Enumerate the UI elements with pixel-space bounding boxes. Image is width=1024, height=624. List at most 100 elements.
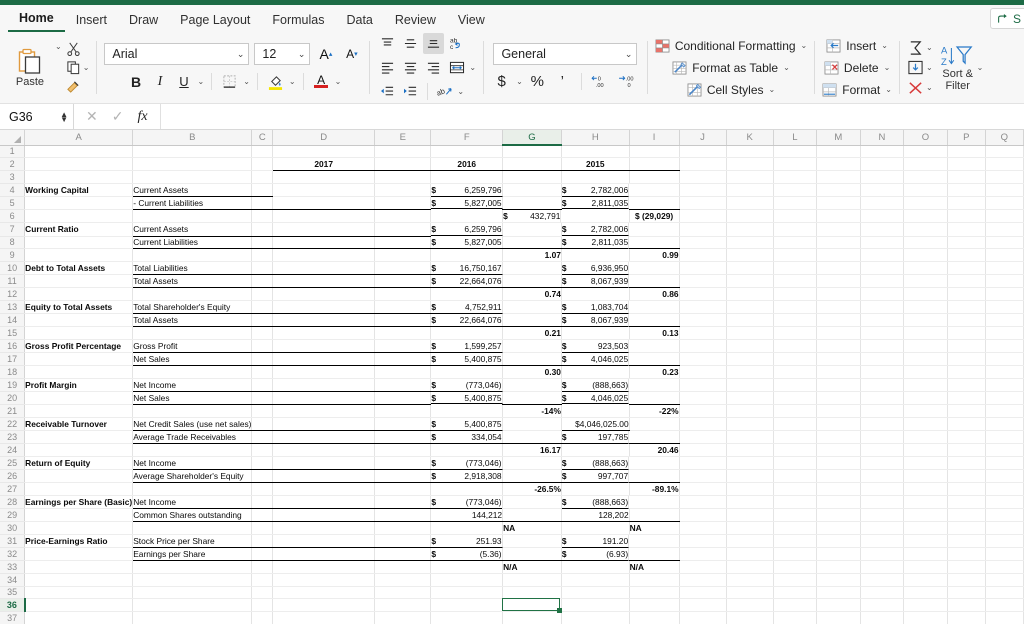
cell-P21[interactable] (947, 404, 986, 418)
cell-C7[interactable] (251, 222, 274, 237)
cell-P3[interactable] (947, 170, 986, 184)
column-header-h[interactable]: H (561, 130, 630, 146)
cell-J3[interactable] (679, 170, 727, 184)
cell-F1[interactable] (430, 145, 504, 159)
cell-E5[interactable] (374, 196, 432, 210)
cell-I19[interactable] (629, 378, 680, 393)
cell-O1[interactable] (903, 145, 948, 159)
cell-I21[interactable]: -22% (629, 404, 680, 418)
cell-O11[interactable] (903, 274, 948, 289)
cell-N5[interactable] (860, 196, 905, 210)
cell-G33[interactable]: N/A (502, 560, 562, 574)
cell-F34[interactable] (430, 573, 504, 587)
cell-P12[interactable] (947, 287, 986, 302)
cell-B11[interactable]: Total Assets (132, 274, 253, 289)
cell-O21[interactable] (903, 404, 948, 418)
format-cells-button[interactable]: Format ⌄ (822, 80, 892, 99)
cell-P15[interactable] (947, 326, 986, 340)
cell-G26[interactable] (502, 469, 562, 484)
cell-C22[interactable] (251, 417, 274, 432)
cell-L31[interactable] (773, 534, 818, 549)
cell-A15[interactable] (24, 326, 134, 340)
cell-Q30[interactable] (985, 521, 1024, 535)
cell-O30[interactable] (903, 521, 948, 535)
cell-L28[interactable] (773, 495, 818, 510)
cell-M1[interactable] (816, 145, 861, 159)
cell-K30[interactable] (726, 521, 774, 535)
cell-Q31[interactable] (985, 534, 1024, 549)
cell-Q28[interactable] (985, 495, 1024, 510)
cell-N29[interactable] (860, 508, 905, 523)
cell-M14[interactable] (816, 313, 861, 328)
cell-M22[interactable] (816, 417, 861, 432)
cell-P27[interactable] (947, 482, 986, 497)
cut-button[interactable] (66, 41, 90, 56)
cell-D31[interactable] (272, 534, 376, 549)
cell-O28[interactable] (903, 495, 948, 510)
cell-C31[interactable] (251, 534, 274, 549)
cell-P11[interactable] (947, 274, 986, 289)
cell-N32[interactable] (860, 547, 905, 561)
cell-O24[interactable] (903, 443, 948, 458)
cell-C9[interactable] (251, 248, 274, 263)
cell-J9[interactable] (679, 248, 727, 263)
cell-I18[interactable]: 0.23 (629, 365, 680, 379)
cell-G1[interactable] (502, 145, 562, 159)
cell-D2[interactable]: 2017 (272, 157, 376, 172)
cell-styles-button[interactable]: Cell Styles ⌄ (687, 80, 775, 99)
cell-O6[interactable] (903, 209, 948, 224)
cell-N18[interactable] (860, 365, 905, 379)
cell-G2[interactable] (502, 157, 562, 172)
cell-L35[interactable] (773, 586, 818, 600)
cell-M15[interactable] (816, 326, 861, 340)
fill-color-button[interactable] (265, 71, 286, 92)
row-header-8[interactable]: 8 (0, 236, 26, 250)
cell-C11[interactable] (251, 274, 274, 289)
cell-H16[interactable]: $923,503 (561, 339, 630, 353)
cell-G7[interactable] (502, 222, 562, 237)
cell-A6[interactable] (24, 209, 134, 224)
cell-J12[interactable] (679, 287, 727, 302)
cell-I11[interactable] (629, 274, 680, 289)
cell-L12[interactable] (773, 287, 818, 302)
cell-K31[interactable] (726, 534, 774, 549)
cell-P29[interactable] (947, 508, 986, 523)
cell-K23[interactable] (726, 430, 774, 445)
cell-C34[interactable] (251, 573, 274, 587)
cell-K7[interactable] (726, 222, 774, 237)
cell-K1[interactable] (726, 145, 774, 159)
cell-P24[interactable] (947, 443, 986, 458)
cell-J32[interactable] (679, 547, 727, 561)
cell-E1[interactable] (374, 145, 432, 159)
cell-A12[interactable] (24, 287, 134, 302)
cell-P9[interactable] (947, 248, 986, 263)
font-color-button[interactable]: A (311, 71, 332, 92)
row-header-3[interactable]: 3 (0, 170, 26, 184)
cell-I35[interactable] (629, 586, 680, 600)
cell-F5[interactable]: $5,827,005 (431, 196, 503, 210)
cell-E36[interactable] (374, 598, 432, 613)
cell-F30[interactable] (430, 521, 504, 535)
cell-B15[interactable] (132, 326, 253, 340)
cell-B1[interactable] (132, 145, 253, 159)
cell-L34[interactable] (773, 573, 818, 587)
cell-B13[interactable]: Total Shareholder's Equity (132, 300, 253, 315)
cell-F13[interactable]: $4,752,911 (431, 301, 503, 314)
chevron-down-icon[interactable]: ⌄ (469, 63, 476, 72)
cell-C3[interactable] (251, 170, 274, 184)
cell-H29[interactable]: 128,202 (561, 508, 630, 523)
cell-I16[interactable] (629, 339, 680, 354)
cell-D26[interactable] (272, 469, 376, 484)
cell-L9[interactable] (773, 248, 818, 263)
cell-N20[interactable] (860, 391, 905, 405)
cell-F29[interactable]: 144,212 (430, 508, 504, 523)
cell-J5[interactable] (679, 196, 727, 210)
cell-I1[interactable] (629, 145, 680, 159)
cell-G11[interactable] (502, 274, 562, 289)
cell-M20[interactable] (816, 391, 861, 405)
cell-Q2[interactable] (985, 157, 1024, 172)
cell-E2[interactable] (374, 157, 432, 172)
cell-L25[interactable] (773, 456, 818, 471)
cell-D5[interactable] (272, 196, 376, 210)
sort-and-filter-button[interactable]: A Z Sort & Filter ⌄ (941, 43, 984, 92)
